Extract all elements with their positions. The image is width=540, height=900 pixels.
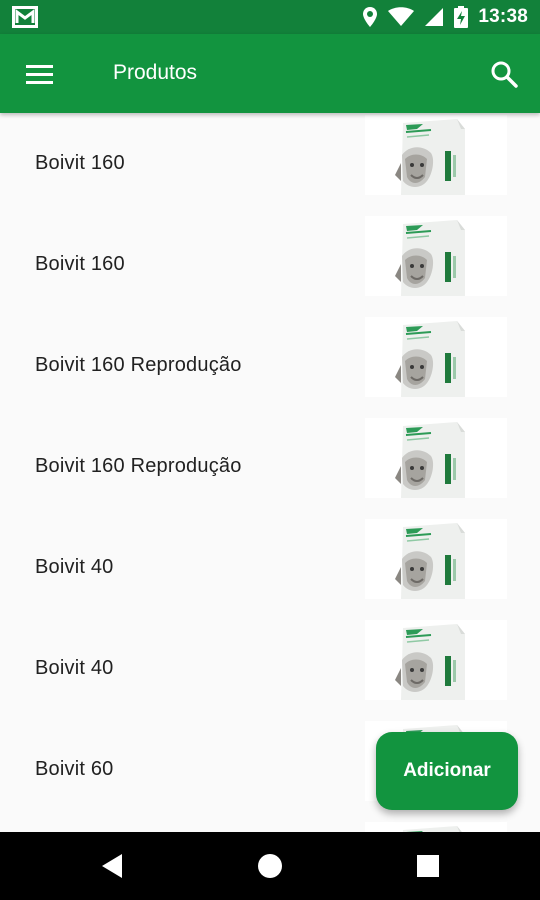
home-icon[interactable] (253, 849, 287, 883)
mail-icon (12, 6, 38, 28)
product-bag-illustration (365, 216, 507, 296)
product-item[interactable]: Boivit 160 (0, 113, 540, 214)
product-name: Boivit 160 (35, 253, 125, 275)
product-list: Boivit 160 Boivit 160 Boivit 160 Reprodu… (0, 113, 540, 832)
product-bag-illustration (365, 115, 507, 195)
product-name: Boivit 160 Reprodução (35, 455, 242, 477)
product-item[interactable]: Boivit 40 (0, 517, 540, 618)
product-image (365, 216, 507, 296)
product-image (365, 519, 507, 599)
product-bag-illustration (365, 519, 507, 599)
search-icon[interactable] (486, 56, 522, 92)
wifi-icon (388, 7, 415, 26)
menu-icon[interactable] (22, 56, 58, 92)
navigation-bar (0, 832, 540, 900)
product-item[interactable]: Boivit 160 (0, 214, 540, 315)
product-item[interactable]: Boivit 160 Reprodução (0, 416, 540, 517)
page-title: Produtos (113, 61, 198, 84)
status-bar: 13:38 (0, 0, 540, 34)
product-bag-illustration (365, 418, 507, 498)
product-image (365, 317, 507, 397)
product-item-partial[interactable] (0, 820, 540, 832)
product-bag-illustration (365, 822, 507, 832)
product-name: Boivit 40 (35, 657, 114, 679)
signal-icon (425, 8, 444, 26)
status-time: 13:38 (478, 6, 528, 27)
product-item[interactable]: Boivit 160 Reprodução (0, 315, 540, 416)
product-image (365, 822, 507, 832)
product-name: Boivit 160 Reprodução (35, 354, 242, 376)
product-image (365, 620, 507, 700)
battery-charging-icon (454, 6, 469, 28)
app-bar: Produtos (0, 34, 540, 113)
back-icon[interactable] (96, 849, 130, 883)
product-item[interactable]: Boivit 40 (0, 618, 540, 719)
product-name: Boivit 60 (35, 758, 114, 780)
product-image (365, 418, 507, 498)
recents-icon[interactable] (411, 849, 445, 883)
product-name: Boivit 40 (35, 556, 114, 578)
product-name: Boivit 160 (35, 152, 125, 174)
add-button[interactable]: Adicionar (376, 732, 518, 810)
location-icon (363, 7, 378, 27)
product-image (365, 115, 507, 195)
product-bag-illustration (365, 620, 507, 700)
product-bag-illustration (365, 317, 507, 397)
